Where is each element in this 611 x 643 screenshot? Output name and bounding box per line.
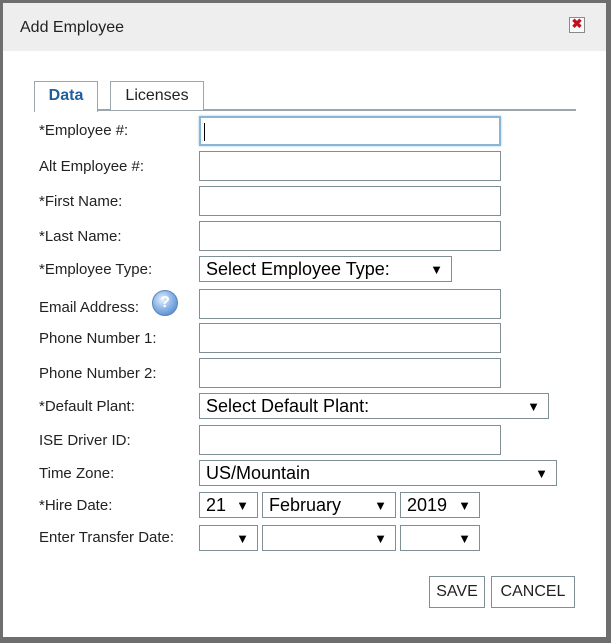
tab-data[interactable]: Data	[34, 81, 98, 112]
hire-date-month-value: February	[269, 495, 342, 515]
chevron-down-icon: ▼	[430, 262, 443, 277]
phone1-input[interactable]	[199, 323, 501, 353]
dialog-title: Add Employee	[20, 19, 125, 36]
transfer-date-month-select[interactable]: ▼	[262, 525, 396, 551]
employee-number-label: *Employee #:	[39, 122, 129, 139]
chevron-down-icon: ▼	[458, 498, 471, 513]
employee-type-value: Select Employee Type:	[206, 259, 390, 279]
hire-date-year-value: 2019	[407, 495, 448, 515]
chevron-down-icon: ▼	[535, 466, 548, 481]
ise-driver-id-label: ISE Driver ID:	[39, 432, 131, 449]
alt-employee-number-label: Alt Employee #:	[39, 158, 145, 175]
hire-date-day-value: 21	[206, 495, 227, 515]
save-button[interactable]: SAVE	[429, 576, 485, 608]
first-name-label: *First Name:	[39, 193, 123, 210]
hire-date-label: *Hire Date:	[39, 497, 113, 514]
email-label: Email Address:	[39, 299, 140, 316]
employee-type-label: *Employee Type:	[39, 261, 153, 278]
alt-employee-number-input[interactable]	[199, 151, 501, 181]
add-employee-dialog: Add Employee ✖ Data Licenses *Employee #…	[3, 3, 606, 637]
chevron-down-icon: ▼	[374, 498, 387, 513]
time-zone-select[interactable]: US/Mountain ▼	[199, 460, 557, 486]
employee-number-input[interactable]	[199, 116, 501, 146]
default-plant-label: *Default Plant:	[39, 398, 135, 415]
transfer-date-label: Enter Transfer Date:	[39, 529, 175, 546]
text-caret	[204, 123, 205, 141]
close-icon: ✖	[571, 16, 583, 31]
time-zone-label: Time Zone:	[39, 465, 115, 482]
phone2-input[interactable]	[199, 358, 501, 388]
chevron-down-icon: ▼	[527, 399, 540, 414]
last-name-input[interactable]	[199, 221, 501, 251]
chevron-down-icon: ▼	[458, 531, 471, 546]
first-name-input[interactable]	[199, 186, 501, 216]
default-plant-value: Select Default Plant:	[206, 396, 370, 416]
tab-licenses[interactable]: Licenses	[110, 81, 204, 110]
hire-date-day-select[interactable]: 21 ▼	[199, 492, 258, 518]
hire-date-month-select[interactable]: February ▼	[262, 492, 396, 518]
cancel-button[interactable]: CANCEL	[491, 576, 575, 608]
transfer-date-year-select[interactable]: ▼	[400, 525, 480, 551]
hire-date-year-select[interactable]: 2019 ▼	[400, 492, 480, 518]
transfer-date-day-select[interactable]: ▼	[199, 525, 258, 551]
default-plant-select[interactable]: Select Default Plant: ▼	[199, 393, 549, 419]
dialog-titlebar: Add Employee ✖	[3, 3, 606, 51]
time-zone-value: US/Mountain	[206, 463, 311, 483]
chevron-down-icon: ▼	[236, 531, 249, 546]
email-input[interactable]	[199, 289, 501, 319]
phone1-label: Phone Number 1:	[39, 330, 157, 347]
ise-driver-id-input[interactable]	[199, 425, 501, 455]
help-icon[interactable]: ?	[152, 290, 178, 316]
phone2-label: Phone Number 2:	[39, 365, 157, 382]
chevron-down-icon: ▼	[374, 531, 387, 546]
chevron-down-icon: ▼	[236, 498, 249, 513]
close-button[interactable]: ✖	[569, 16, 585, 33]
employee-type-select[interactable]: Select Employee Type: ▼	[199, 256, 452, 282]
last-name-label: *Last Name:	[39, 228, 122, 245]
